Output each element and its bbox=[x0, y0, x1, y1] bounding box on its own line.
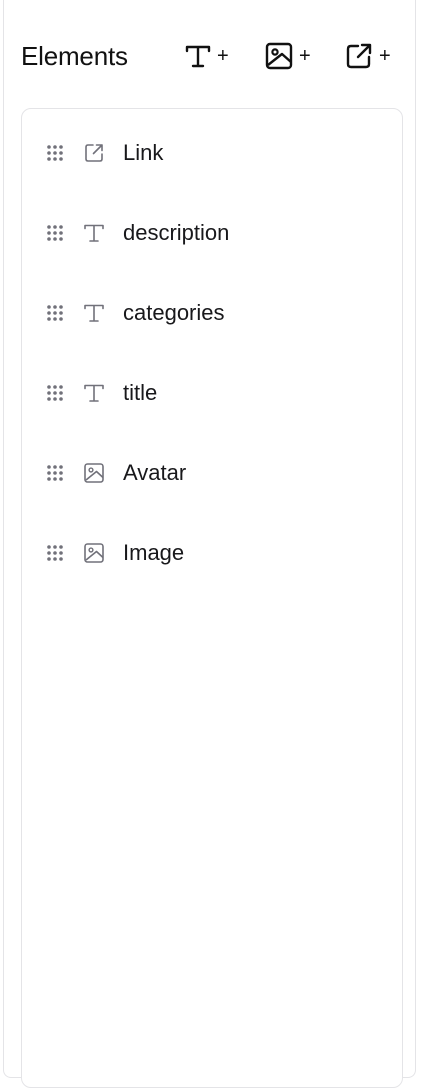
list-item-description[interactable]: description bbox=[22, 205, 402, 261]
external-link-icon bbox=[346, 43, 372, 69]
list-item-label: Avatar bbox=[123, 460, 187, 485]
drag-handle-icon[interactable] bbox=[45, 543, 65, 563]
text-type-icon bbox=[84, 304, 104, 322]
plus-icon: + bbox=[379, 45, 391, 67]
list-item-link[interactable]: Link bbox=[22, 125, 402, 181]
list-item-label: Image bbox=[123, 540, 185, 565]
list-item-categories[interactable]: categories bbox=[22, 285, 402, 341]
drag-handle-icon[interactable] bbox=[45, 143, 65, 163]
add-text-element-button[interactable]: + bbox=[185, 36, 229, 76]
list-item-label: categories bbox=[123, 300, 225, 325]
list-item-label: description bbox=[123, 220, 230, 245]
list-item-label: title bbox=[123, 380, 158, 405]
image-icon bbox=[265, 42, 293, 70]
plus-icon: + bbox=[299, 45, 311, 67]
text-type-icon bbox=[84, 384, 104, 402]
drag-handle-icon[interactable] bbox=[45, 383, 65, 403]
text-type-icon bbox=[84, 224, 104, 242]
external-link-icon bbox=[85, 144, 103, 162]
drag-handle-icon[interactable] bbox=[45, 223, 65, 243]
elements-list: Link description categories title Avatar… bbox=[21, 108, 403, 1088]
list-item-avatar[interactable]: Avatar bbox=[22, 445, 402, 501]
elements-panel: Elements + + + Link description categori… bbox=[3, 0, 416, 1088]
image-icon bbox=[84, 543, 104, 563]
image-icon bbox=[84, 463, 104, 483]
add-image-element-button[interactable]: + bbox=[265, 36, 311, 76]
list-item-title[interactable]: title bbox=[22, 365, 402, 421]
drag-handle-icon[interactable] bbox=[45, 303, 65, 323]
plus-icon: + bbox=[217, 45, 229, 67]
panel-header: Elements + + + bbox=[21, 32, 401, 80]
list-item-image[interactable]: Image bbox=[22, 525, 402, 581]
text-type-icon bbox=[185, 45, 211, 68]
list-item-label: Link bbox=[123, 140, 164, 165]
panel-title: Elements bbox=[21, 40, 128, 71]
drag-handle-icon[interactable] bbox=[45, 463, 65, 483]
add-link-element-button[interactable]: + bbox=[345, 36, 391, 76]
